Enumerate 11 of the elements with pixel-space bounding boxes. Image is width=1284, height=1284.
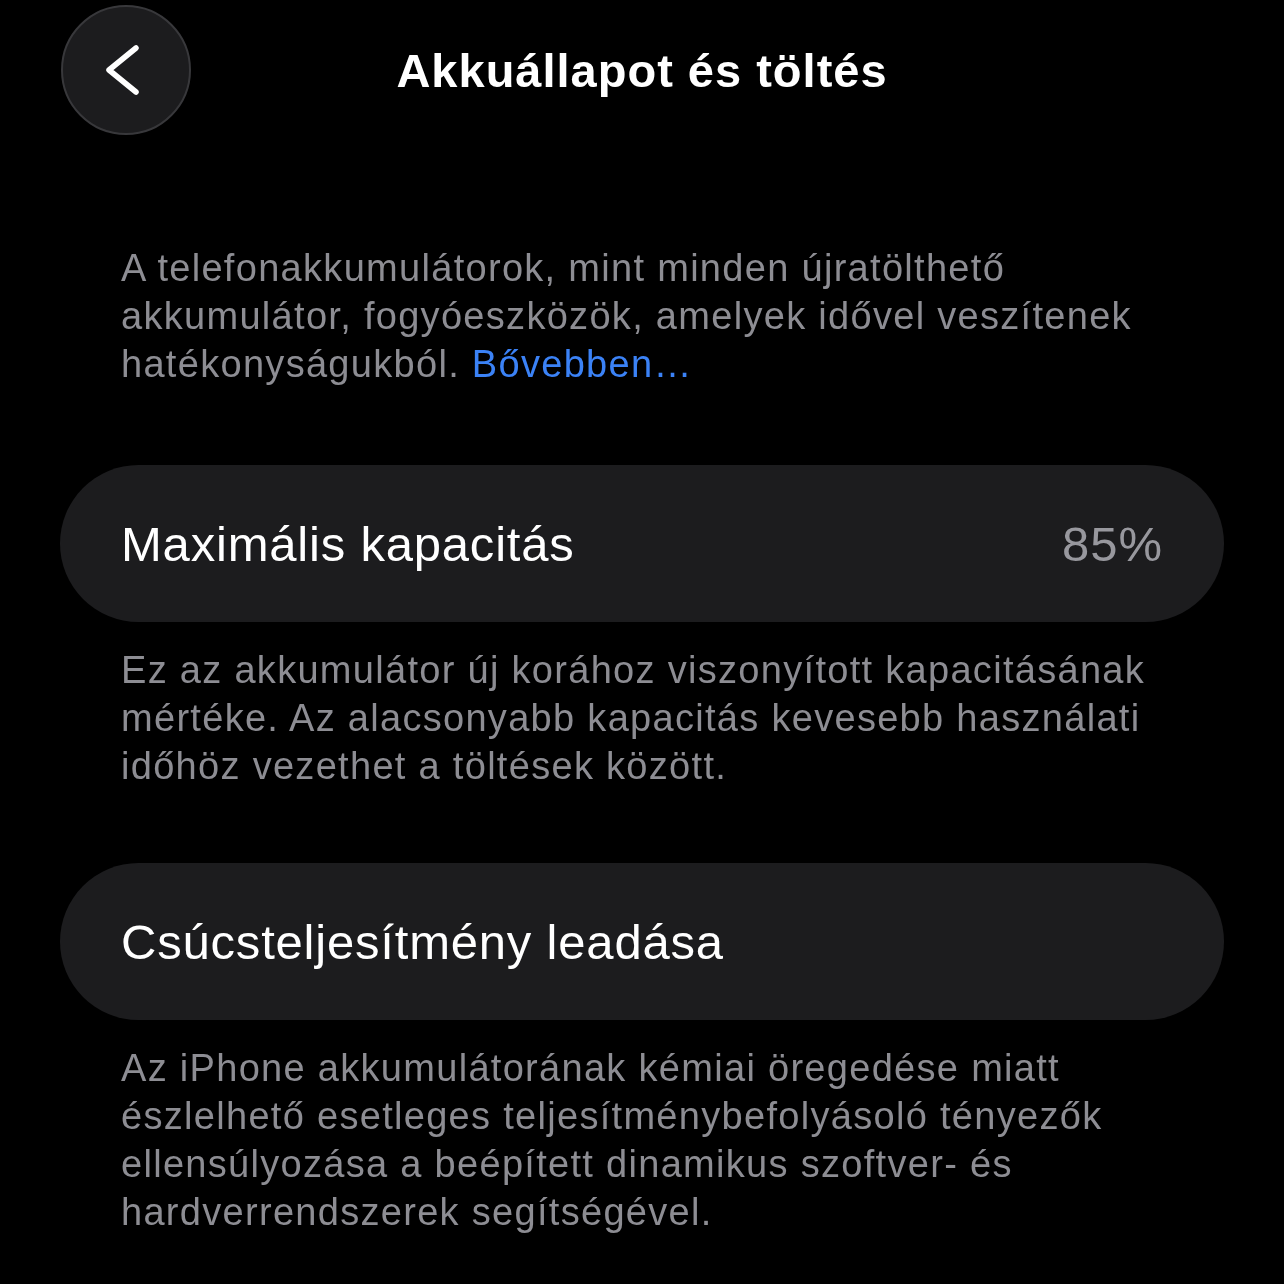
row-label: Maximális kapacitás	[121, 515, 575, 572]
settings-row[interactable]: Maximális kapacitás 85%	[60, 465, 1224, 622]
page-title: Akkuállapot és töltés	[396, 42, 888, 98]
chevron-left-icon	[104, 45, 140, 95]
row-label: Csúcsteljesítmény leadása	[121, 913, 724, 970]
section-footer-text: Az iPhone akkumulátorának kémiai öregedése miatt észlelhető esetleges teljesítménybefolyásoló tényezők ellensúlyozása a beépített dinamikus szoftver- és hardverrendszerek segítségével.	[121, 1046, 1104, 1235]
section-footer-text: Ez az akkumulátor új korához viszonyított kapacitásának mértéke. Az alacsonyabb kapacitás kevesebb használati időhöz vezethet a töltések között.	[121, 648, 1147, 789]
learn-more-link[interactable]: Bővebben…	[471, 343, 693, 385]
row-value: 85%	[1061, 515, 1163, 572]
intro-text: A telefonakkumulátorok, mint minden újratölthető akkumulátor, fogyóeszközök, amelyek idővel veszítenek hatékonyságukból. Bővebben…	[121, 246, 1133, 387]
settings-row[interactable]: Csúcsteljesítmény leadása	[60, 863, 1224, 1020]
